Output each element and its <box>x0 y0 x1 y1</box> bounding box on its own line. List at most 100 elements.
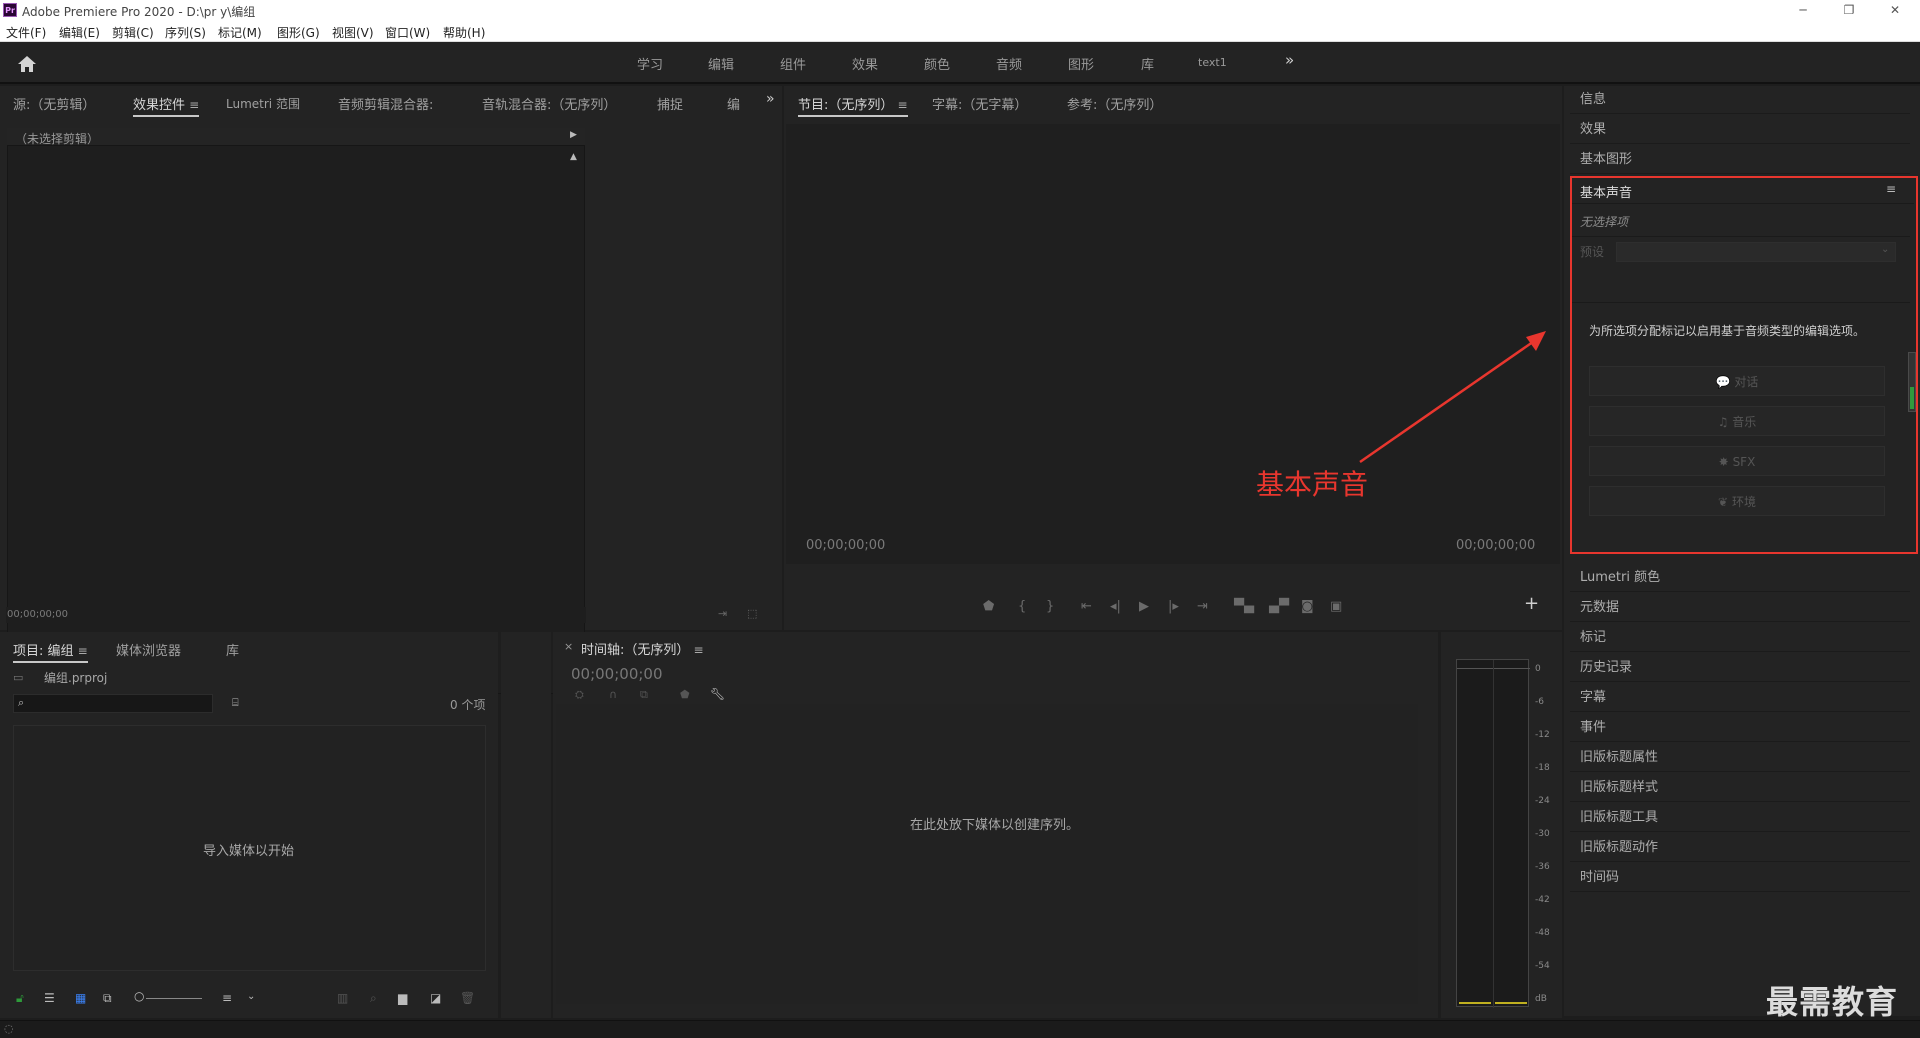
close-timeline-icon[interactable]: × <box>564 640 573 653</box>
tab-capture[interactable]: 捕捉 <box>657 94 683 113</box>
mark-in-icon[interactable]: { <box>1018 599 1026 614</box>
icon-view-icon[interactable]: ▦ <box>75 991 86 1005</box>
panel-menu-icon[interactable]: ≡ <box>189 98 199 112</box>
find-bin-icon[interactable]: ⌸ <box>232 696 239 710</box>
scroll-up-arrow-icon[interactable]: ▲ <box>570 152 577 162</box>
minimize-button[interactable]: ─ <box>1780 0 1826 20</box>
linked-selection-icon[interactable]: ⧉ <box>640 688 648 702</box>
panel-info[interactable]: 信息 <box>1570 86 1910 114</box>
panel-legacy-title-tools[interactable]: 旧版标题工具 <box>1570 804 1910 832</box>
timeline-panel-menu-icon[interactable]: ≡ <box>694 643 704 657</box>
preset-dropdown[interactable]: ⌄ <box>1616 242 1896 262</box>
panel-timecode[interactable]: 时间码 <box>1570 864 1910 892</box>
panel-effects[interactable]: 效果 <box>1570 116 1910 144</box>
panel-history[interactable]: 历史记录 <box>1570 654 1910 682</box>
tab-source[interactable]: 源:（无剪辑） <box>13 94 95 113</box>
menu-view[interactable]: 视图(V) <box>332 24 374 41</box>
dialogue-button[interactable]: 💬 对话 <box>1589 366 1885 396</box>
tab-program[interactable]: 节目:（无序列） ≡ <box>798 94 908 117</box>
menu-marker[interactable]: 标记(M) <box>218 24 262 41</box>
workspace-editing[interactable]: 编辑 <box>708 54 734 73</box>
panel-events[interactable]: 事件 <box>1570 714 1910 742</box>
wrench-icon[interactable]: 🔧︎ <box>710 687 725 701</box>
go-to-out-icon[interactable]: ⇥ <box>1197 599 1208 614</box>
panel-metadata[interactable]: 元数据 <box>1570 594 1910 622</box>
tab-captions[interactable]: 字幕:（无字幕） <box>932 94 1027 113</box>
project-search-input[interactable]: ⌕ <box>13 694 213 713</box>
new-bin-icon[interactable]: ▆ <box>398 991 407 1005</box>
new-item-icon[interactable]: ◪ <box>430 991 441 1005</box>
step-back-icon[interactable]: ◂| <box>1110 599 1121 614</box>
play-only-arrow-icon[interactable]: ▶ <box>570 130 577 140</box>
freeform-view-icon[interactable]: ⧉ <box>103 991 112 1006</box>
zoom-slider-handle[interactable]: ○ <box>134 989 144 1003</box>
export-icon[interactable]: ⬚ <box>747 607 757 620</box>
menu-help[interactable]: 帮助(H) <box>443 24 485 41</box>
tabs-overflow-button[interactable]: » <box>766 91 775 107</box>
lift-icon[interactable]: ▀▄ <box>1234 599 1254 614</box>
timeline-timecode[interactable]: 00;00;00;00 <box>571 665 663 683</box>
panel-captions[interactable]: 字幕 <box>1570 684 1910 712</box>
workspace-assembly[interactable]: 组件 <box>780 54 806 73</box>
workspace-learn[interactable]: 学习 <box>637 54 663 73</box>
panel-lumetri-color[interactable]: Lumetri 颜色 <box>1570 564 1910 592</box>
export-frame-icon[interactable]: ◙ <box>1301 599 1314 614</box>
restore-button[interactable]: ❐ <box>1826 0 1872 20</box>
go-to-in-icon[interactable]: ⇤ <box>1081 599 1092 614</box>
panel-essential-graphics[interactable]: 基本图形 <box>1570 146 1910 174</box>
find-icon[interactable]: ⌕ <box>370 991 377 1006</box>
panel-legacy-title-properties[interactable]: 旧版标题属性 <box>1570 744 1910 772</box>
menu-edit[interactable]: 编辑(E) <box>59 24 100 41</box>
menu-clip[interactable]: 剪辑(C) <box>112 24 154 41</box>
sort-chevron-down-icon[interactable]: ⌄ <box>247 991 255 1002</box>
workspace-libraries[interactable]: 库 <box>1141 54 1154 73</box>
panel-legacy-title-actions[interactable]: 旧版标题动作 <box>1570 834 1910 862</box>
tab-reference[interactable]: 参考:（无序列） <box>1067 94 1162 113</box>
timeline-track-area[interactable]: 在此处放下媒体以创建序列。 <box>556 704 1418 1004</box>
menu-graphics[interactable]: 图形(G) <box>277 24 320 41</box>
zoom-slider[interactable] <box>146 998 202 999</box>
workspace-color[interactable]: 颜色 <box>924 54 950 73</box>
menu-file[interactable]: 文件(F) <box>6 24 46 41</box>
workspace-text1[interactable]: text1 <box>1198 56 1227 69</box>
scrollbar-thumb[interactable] <box>1910 387 1914 409</box>
play-icon[interactable]: ▶ <box>1139 599 1149 614</box>
button-editor-add[interactable]: + <box>1524 593 1539 614</box>
workspace-graphics[interactable]: 图形 <box>1068 54 1094 73</box>
tab-libraries[interactable]: 库 <box>226 640 239 659</box>
tab-effect-controls[interactable]: 效果控件 ≡ <box>133 94 200 117</box>
menu-window[interactable]: 窗口(W) <box>385 24 430 41</box>
lock-icon[interactable]: 🔓︎ <box>16 991 24 1006</box>
project-bin-area[interactable]: 导入媒体以开始 <box>13 725 486 971</box>
list-view-icon[interactable]: ☰ <box>44 991 55 1005</box>
workspace-audio[interactable]: 音频 <box>996 54 1022 73</box>
ambience-button[interactable]: ❦ 环境 <box>1589 486 1885 516</box>
automate-to-sequence-icon[interactable]: ▥ <box>337 991 348 1005</box>
sort-icon[interactable]: ≡ <box>222 991 232 1005</box>
essential-sound-menu-icon[interactable]: ≡ <box>1886 182 1896 196</box>
timeline-marker-icon[interactable]: ⬟ <box>680 688 690 701</box>
project-panel-menu-icon[interactable]: ≡ <box>78 644 88 658</box>
tab-lumetri-scopes[interactable]: Lumetri 范围 <box>226 95 300 112</box>
panel-markers[interactable]: 标记 <box>1570 624 1910 652</box>
add-marker-icon[interactable]: ⬟ <box>983 599 994 614</box>
tab-project[interactable]: 项目: 编组 ≡ <box>13 640 88 663</box>
music-button[interactable]: ♫ 音乐 <box>1589 406 1885 436</box>
workspace-effects[interactable]: 效果 <box>852 54 878 73</box>
workspace-more-button[interactable]: » <box>1285 51 1294 69</box>
tab-media-browser[interactable]: 媒体浏览器 <box>116 640 181 659</box>
nest-icon[interactable]: ⛭ <box>575 688 584 702</box>
program-panel-menu-icon[interactable]: ≡ <box>898 98 908 112</box>
tab-timeline[interactable]: 时间轴:（无序列） ≡ <box>581 639 704 658</box>
scrollbar[interactable] <box>1908 352 1916 412</box>
comparison-view-icon[interactable]: ▣ <box>1330 599 1342 614</box>
tab-edit-truncated[interactable]: 编 <box>727 94 740 113</box>
extract-icon[interactable]: ▄▀ <box>1269 599 1289 614</box>
snap-icon[interactable]: ∩ <box>609 688 617 701</box>
sfx-button[interactable]: ✸ SFX <box>1589 446 1885 476</box>
close-button[interactable]: ✕ <box>1872 0 1918 20</box>
filter-icon[interactable]: ⇥ <box>718 607 727 620</box>
mark-out-icon[interactable]: } <box>1046 599 1054 614</box>
panel-legacy-title-styles[interactable]: 旧版标题样式 <box>1570 774 1910 802</box>
tab-audio-clip-mixer[interactable]: 音频剪辑混合器: <box>338 94 433 113</box>
